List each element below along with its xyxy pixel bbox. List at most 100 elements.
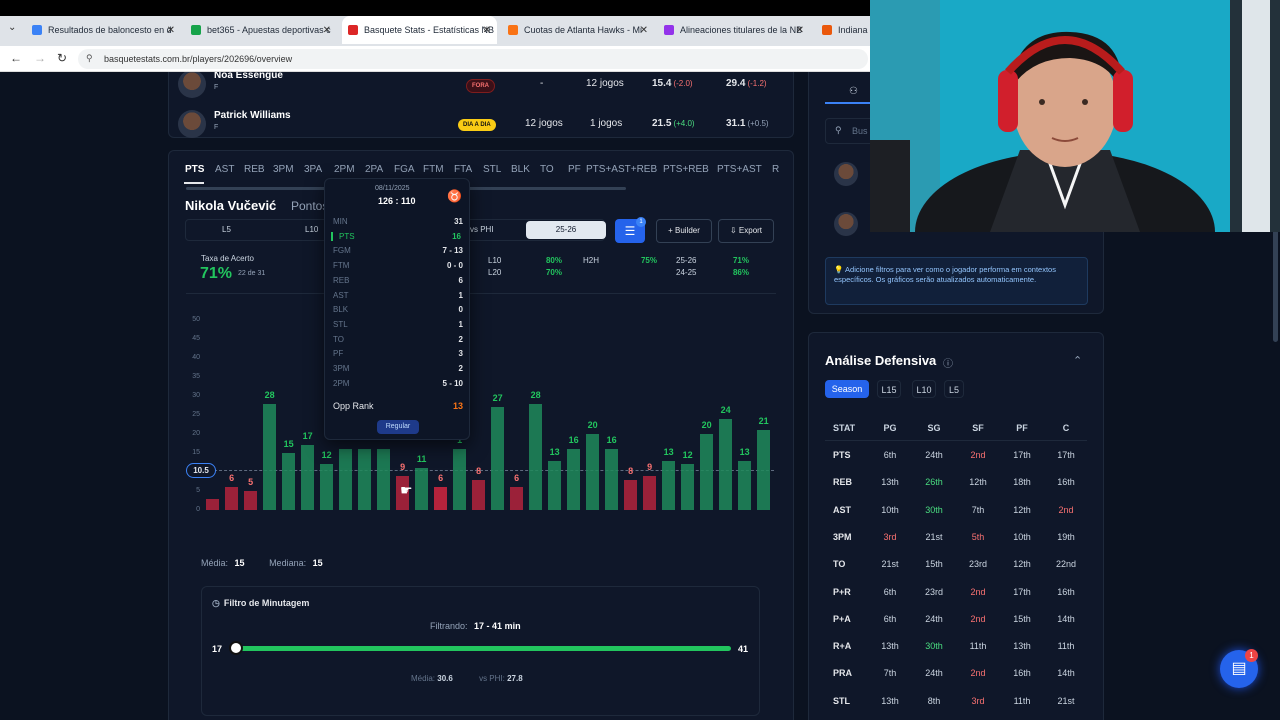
chart-bar[interactable]: [225, 487, 239, 510]
chart-bar[interactable]: [472, 479, 486, 510]
chart-bar[interactable]: [681, 464, 695, 510]
period-l15[interactable]: L15: [877, 380, 901, 398]
tab-close-icon[interactable]: ✕: [323, 25, 331, 36]
tab-fta[interactable]: FTA: [454, 164, 472, 175]
tab-3pa[interactable]: 3PA: [304, 164, 322, 175]
collapse-chevron-icon[interactable]: ⌃: [1073, 354, 1082, 367]
tab-close-icon[interactable]: ✕: [640, 25, 648, 36]
tab-3pm[interactable]: 3PM: [273, 164, 294, 175]
player-subtitle: Pontos: [291, 199, 329, 213]
chart-bar[interactable]: [263, 403, 277, 510]
browser-tab[interactable]: Basquete Stats - Estatísticas NB ✕: [342, 16, 497, 44]
title-strip: [0, 0, 870, 16]
player-row[interactable]: Patrick Williams F DIA A DIA 12 jogos 1 jogo…: [178, 106, 778, 146]
minutes-slider-track[interactable]: [236, 646, 731, 651]
filter-l5[interactable]: L5: [222, 225, 231, 234]
chart-bar[interactable]: [662, 460, 676, 510]
filtering-text: Filtrando: 17 - 41 min: [430, 621, 521, 631]
tooltip-value: 5 - 10: [442, 378, 463, 388]
browser-tab[interactable]: Indiana I: [816, 18, 876, 42]
defense-rank: 26th: [925, 477, 943, 488]
value-2: 29.4: [726, 78, 746, 89]
tooltip-row: FTM 0 - 0: [333, 261, 463, 270]
tab-close-icon[interactable]: ✕: [167, 25, 175, 36]
export-button[interactable]: ⇩ Export: [718, 219, 774, 243]
chart-bar[interactable]: [320, 464, 334, 510]
defense-rank: 16th: [1057, 586, 1075, 597]
chart-bar[interactable]: [529, 403, 543, 510]
info-icon[interactable]: ⓘ: [943, 355, 953, 370]
tab-r[interactable]: R: [772, 164, 779, 175]
line-marker[interactable]: 10.5: [186, 463, 216, 478]
period-l5[interactable]: L5: [944, 380, 964, 398]
tab-2pa[interactable]: 2PA: [365, 164, 383, 175]
chart-bar[interactable]: [605, 449, 619, 510]
chart-bar[interactable]: [586, 434, 600, 510]
tab-fga[interactable]: FGA: [394, 164, 415, 175]
tab-ast[interactable]: AST: [215, 164, 234, 175]
player-row[interactable]: Noa Essengue F FORA - 12 jogos 15.4 (-2.0) 29.4…: [178, 72, 778, 106]
tab-close-icon[interactable]: ✕: [796, 25, 804, 36]
chart-bar[interactable]: [339, 449, 353, 510]
sidebar-avatar-2[interactable]: [834, 212, 858, 236]
chart-bar[interactable]: [719, 418, 733, 510]
filter-vs-phi[interactable]: vs PHI: [470, 225, 494, 234]
chart-bar[interactable]: [624, 479, 638, 510]
chart-bar[interactable]: [567, 449, 581, 510]
stat-tabs: PTS AST REB 3PM 3PA 2PM 2PA FGA FTM FTA STL BLK TO PF…: [170, 154, 792, 184]
chart-bar[interactable]: [244, 491, 258, 510]
chart-bar[interactable]: [548, 460, 562, 510]
reload-icon[interactable]: ↻: [57, 51, 67, 65]
filter-season[interactable]: 25-26: [526, 221, 606, 239]
site-info-icon[interactable]: ⚲: [86, 53, 93, 64]
team-logo-icon: ♉: [447, 189, 462, 203]
tab-stl[interactable]: STL: [483, 164, 501, 175]
browser-tab[interactable]: bet365 - Apuestas deportivas c ✕: [185, 18, 337, 42]
tab-2pm[interactable]: 2PM: [334, 164, 355, 175]
browser-tab[interactable]: Alineaciones titulares de la NB ✕: [658, 18, 810, 42]
chart-bar[interactable]: [434, 487, 448, 510]
defense-rank: 18th: [1013, 477, 1031, 488]
period-season[interactable]: Season: [825, 380, 869, 398]
url-field[interactable]: basquetestats.com.br/players/202696/over…: [78, 49, 868, 69]
defense-rank: 5th: [971, 531, 985, 542]
tab-ftm[interactable]: FTM: [423, 164, 444, 175]
tab-list-chevron-icon[interactable]: ⌄: [8, 22, 16, 33]
tab-pts-ast[interactable]: PTS+AST: [717, 164, 762, 175]
chart-bar[interactable]: [453, 449, 467, 510]
sidebar-avatar-1[interactable]: [834, 162, 858, 186]
back-icon[interactable]: ←: [10, 51, 22, 65]
tab-to[interactable]: TO: [540, 164, 554, 175]
tab-pts-ast-reb[interactable]: PTS+AST+REB: [586, 164, 657, 175]
betslip-count-badge: 1: [1245, 649, 1258, 662]
filtering-value: 17 - 41 min: [474, 621, 521, 631]
chart-bar[interactable]: [206, 498, 220, 510]
browser-tab[interactable]: Cuotas de Atlanta Hawks - Mi ✕: [502, 18, 654, 42]
browser-tab[interactable]: Resultados de baloncesto en d ✕: [26, 18, 181, 42]
defense-rank: 2nd: [970, 668, 986, 679]
chart-bar[interactable]: [415, 468, 429, 510]
forward-icon[interactable]: →: [34, 51, 46, 65]
period-l10[interactable]: L10: [912, 380, 936, 398]
tab-pf[interactable]: PF: [568, 164, 581, 175]
chart-bar[interactable]: [358, 449, 372, 510]
avatar: [178, 110, 206, 138]
chart-bar[interactable]: [301, 445, 315, 510]
minutes-slider-handle[interactable]: [229, 641, 243, 655]
chart-bar[interactable]: [377, 449, 391, 510]
chart-bar[interactable]: [738, 460, 752, 510]
chart-bar[interactable]: [700, 434, 714, 510]
builder-button[interactable]: + Builder: [656, 219, 712, 243]
tab-close-icon[interactable]: ✕: [483, 25, 491, 36]
tab-blk[interactable]: BLK: [511, 164, 530, 175]
chart-bar[interactable]: [643, 475, 657, 510]
chart-bar[interactable]: [510, 487, 524, 510]
summary: Média: 15 Mediana: 15: [201, 558, 323, 568]
tab-reb[interactable]: REB: [244, 164, 265, 175]
chart-bar[interactable]: [757, 430, 771, 510]
tab-pts-reb[interactable]: PTS+REB: [663, 164, 709, 175]
filter-l10[interactable]: L10: [305, 225, 318, 234]
tab-pts[interactable]: PTS: [185, 164, 204, 175]
chart-bar[interactable]: [491, 407, 505, 510]
chart-bar[interactable]: [282, 453, 296, 510]
